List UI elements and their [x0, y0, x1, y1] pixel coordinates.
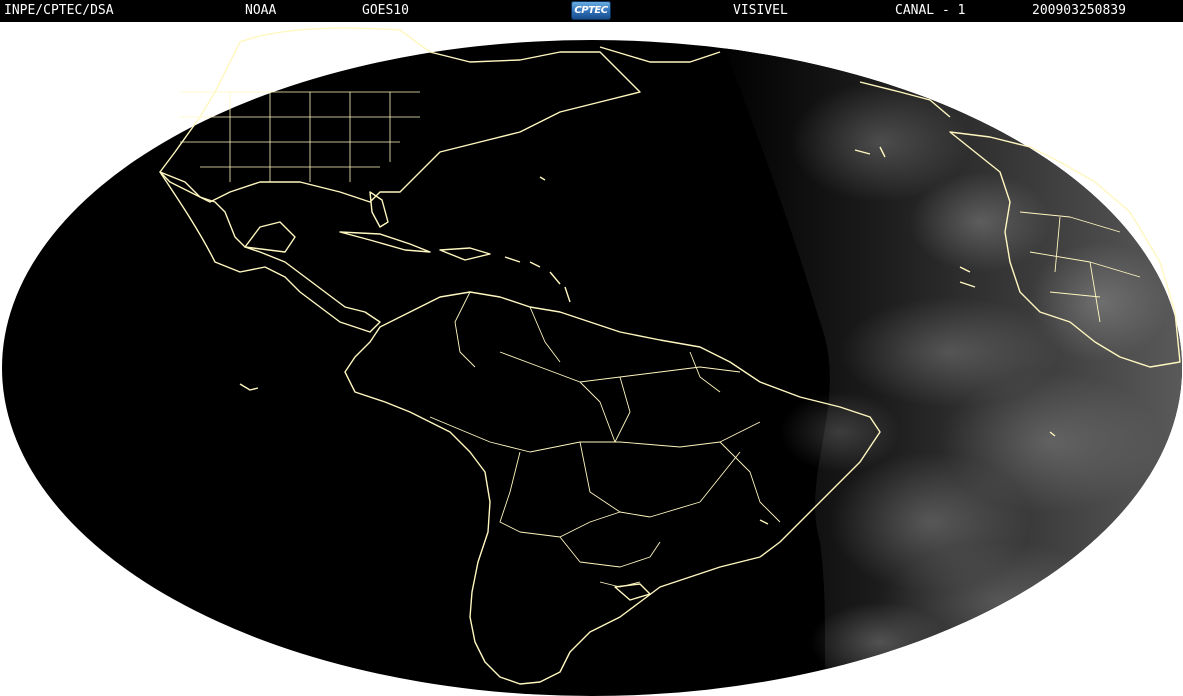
agency-label: NOAA — [245, 3, 277, 18]
institution-label: INPE/CPTEC/DSA — [4, 3, 114, 18]
satellite-label: GOES10 — [362, 3, 409, 18]
satellite-image — [0, 22, 1183, 696]
channel-label: CANAL - 1 — [895, 3, 966, 18]
channel-name-label: VISIVEL — [733, 3, 788, 18]
earth-disk-svg — [2, 27, 1182, 696]
timestamp-label: 200903250839 — [1032, 3, 1126, 18]
header-bar: INPE/CPTEC/DSA NOAA GOES10 CPTEC VISIVEL… — [0, 0, 1183, 22]
cptec-logo-icon: CPTEC — [571, 1, 611, 20]
